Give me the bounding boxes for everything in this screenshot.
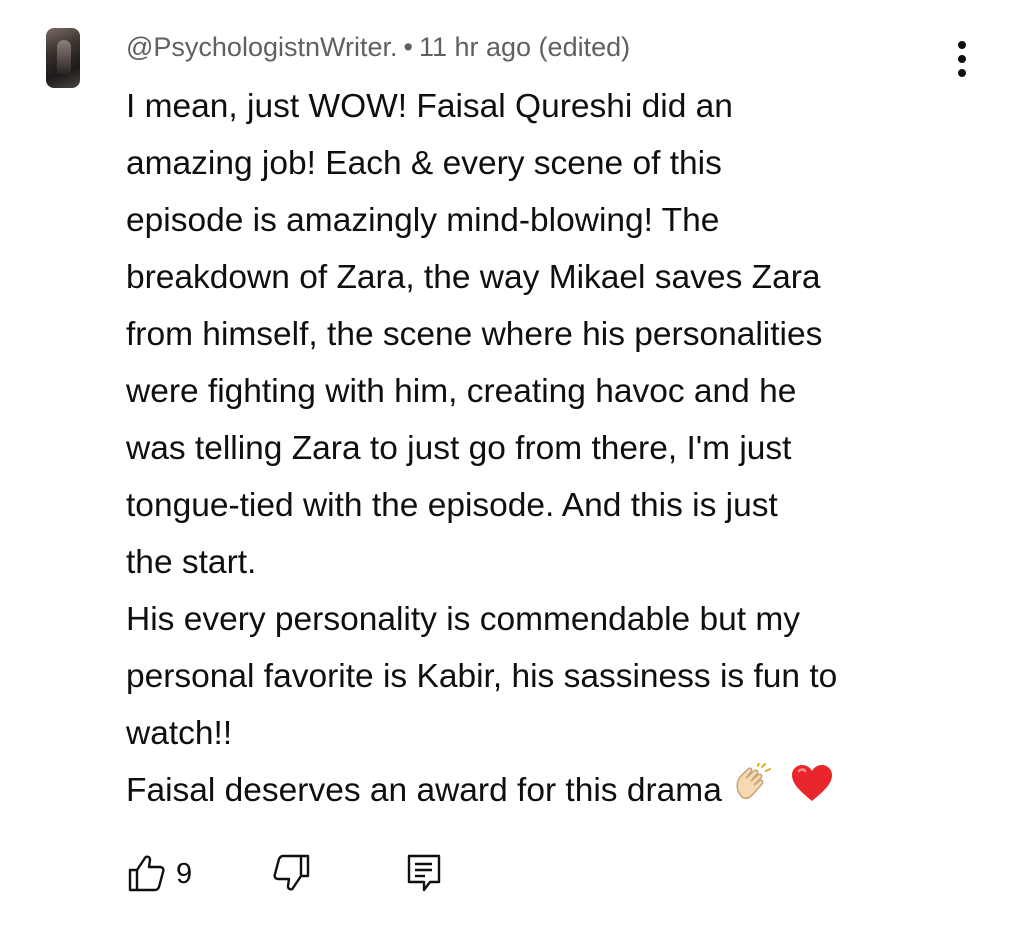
- red-heart-emoji: [790, 763, 834, 821]
- clapping-hands-emoji: [732, 762, 774, 821]
- comment-last-line: Faisal deserves an award for this drama: [126, 762, 1006, 821]
- author-name[interactable]: @PsychologistnWriter.: [126, 32, 398, 62]
- avatar-figure: [57, 40, 71, 74]
- comment-line: breakdown of Zara, the way Mikael saves …: [126, 259, 821, 296]
- menu-dot: [958, 41, 966, 49]
- comment-line: tongue-tied with the episode. And this i…: [126, 487, 778, 524]
- menu-dot: [958, 55, 966, 63]
- comment-text: I mean, just WOW! Faisal Qureshi did an …: [126, 78, 1006, 821]
- comment-line: Faisal deserves an award for this drama: [126, 772, 722, 809]
- comment-line: the start.: [126, 544, 257, 581]
- comment-line: watch!!: [126, 715, 233, 752]
- comment-line: amazing job! Each & every scene of this: [126, 145, 722, 182]
- comment-timestamp[interactable]: 11 hr ago (edited): [419, 32, 630, 62]
- comment-line: from himself, the scene where his person…: [126, 316, 823, 353]
- comment-line: episode is amazingly mind-blowing! The: [126, 202, 720, 239]
- comment-line: personal favorite is Kabir, his sassines…: [126, 658, 838, 695]
- more-vert-icon[interactable]: [950, 38, 974, 80]
- comment-line: His every personality is commendable but…: [126, 601, 800, 638]
- avatar[interactable]: [46, 28, 80, 88]
- comment-line: was telling Zara to just go from there, …: [126, 430, 792, 467]
- comment-line: were fighting with him, creating havoc a…: [126, 373, 797, 410]
- reply-comment-icon[interactable]: [404, 852, 444, 899]
- thumb-up-icon[interactable]: [126, 852, 168, 899]
- like-count: 9: [176, 858, 193, 890]
- separator-dot: •: [403, 32, 413, 62]
- menu-dot: [958, 69, 966, 77]
- comment-line: I mean, just WOW! Faisal Qureshi did an: [126, 88, 733, 125]
- thumb-down-icon[interactable]: [270, 852, 312, 899]
- comment-header: @PsychologistnWriter. • 11 hr ago (edited): [126, 32, 630, 63]
